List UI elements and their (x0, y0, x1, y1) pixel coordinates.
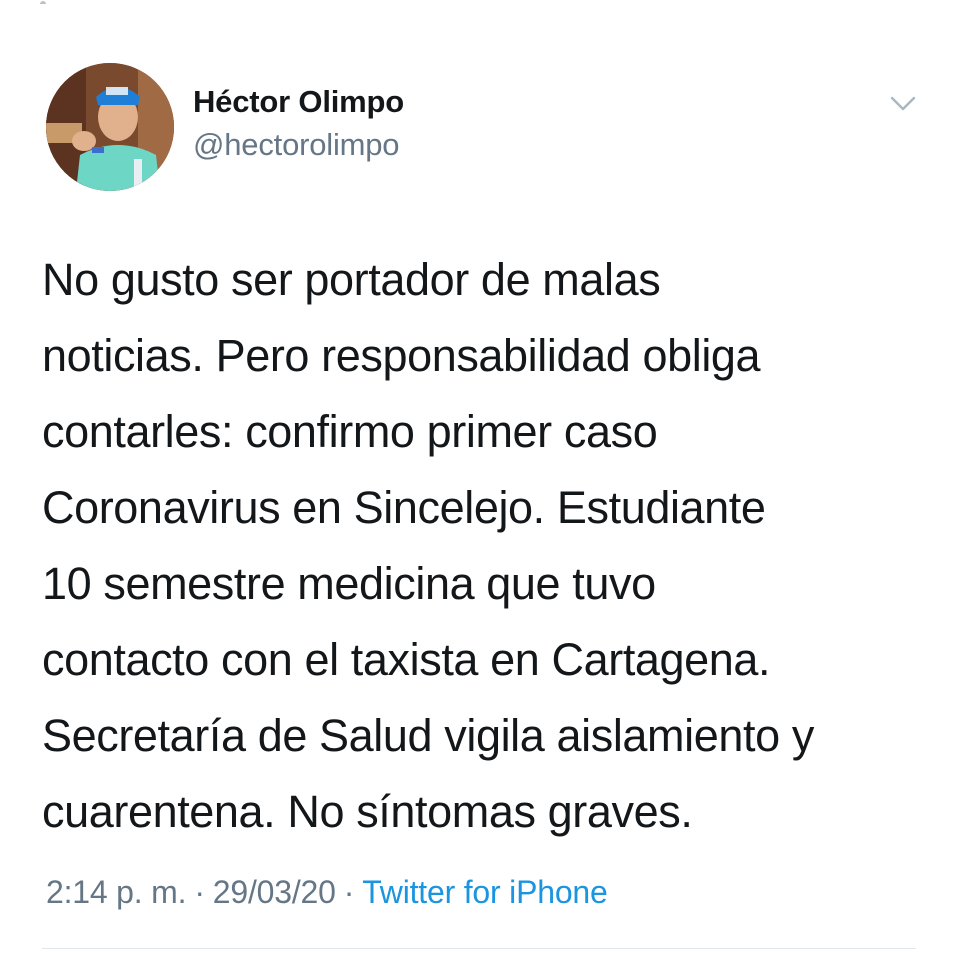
meta-separator: · (343, 874, 355, 910)
meta-separator: · (194, 874, 205, 910)
divider (42, 948, 916, 949)
author-display-name[interactable]: Héctor Olimpo (193, 82, 404, 122)
author-block: Héctor Olimpo @hectorolimpo (193, 82, 404, 168)
avatar-photo (46, 63, 174, 191)
chevron-down-icon[interactable] (886, 92, 920, 116)
tweet-date[interactable]: 29/03/20 (213, 874, 336, 910)
tweet-text: No gusto ser portador de malas noticias.… (42, 254, 814, 837)
tweet-metadata: 2:14 p. m. · 29/03/20 · Twitter for iPhone (46, 870, 608, 914)
tweet-time[interactable]: 2:14 p. m. (46, 874, 187, 910)
tweet-source-link[interactable]: Twitter for iPhone (362, 874, 608, 910)
tweet-card: Héctor Olimpo @hectorolimpo No gusto ser… (0, 0, 960, 958)
avatar[interactable] (46, 63, 174, 191)
author-handle[interactable]: @hectorolimpo (193, 122, 404, 168)
